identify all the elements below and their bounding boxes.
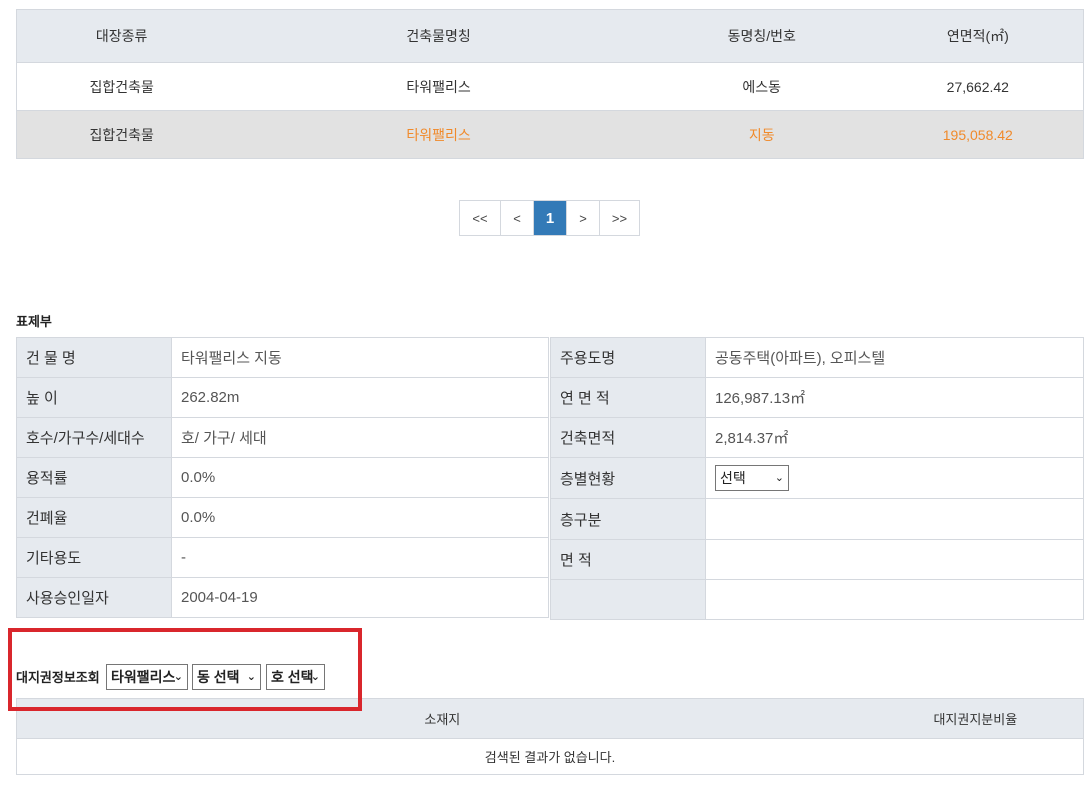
next-page-button[interactable]: > xyxy=(567,201,600,235)
value-floor-division xyxy=(705,498,1084,540)
empty-row: 검색된 결과가 없습니다. xyxy=(17,739,1084,775)
cell-register-type: 집합건축물 xyxy=(16,110,227,159)
value-main-use: 공동주택(아파트), 오피스텔 xyxy=(705,337,1084,378)
info-row: 층별현황 선택 ⌄ xyxy=(550,457,1084,499)
empty-message: 검색된 결과가 없습니다. xyxy=(484,750,616,765)
value-approval-date: 2004-04-19 xyxy=(171,577,549,618)
info-row xyxy=(550,579,1084,620)
col-header-area: 연면적(㎡) xyxy=(872,9,1084,63)
label-floor-status: 층별현황 xyxy=(550,457,706,499)
info-row: 주용도명 공동주택(아파트), 오피스텔 xyxy=(550,337,1084,378)
value-building-name: 타워팰리스 지동 xyxy=(171,337,549,378)
value-total-area: 126,987.13㎡ xyxy=(705,377,1084,418)
table-row-selected[interactable]: 집합건축물 타워팰리스 지동 195,058.42 xyxy=(16,110,1084,159)
table-header-row: 대장종류 건축물명칭 동명칭/번호 연면적(㎡) xyxy=(16,9,1084,63)
cell-dong[interactable]: 에스동 xyxy=(650,62,873,111)
floor-select-cell: 선택 ⌄ xyxy=(705,457,1084,499)
prev-page-button[interactable]: < xyxy=(501,201,534,235)
info-row: 면 적 xyxy=(550,539,1084,580)
info-row: 용적률 0.0% xyxy=(16,457,549,498)
label-area: 면 적 xyxy=(550,539,706,580)
info-row: 기타용도 - xyxy=(16,537,549,578)
col-header-dong: 동명칭/번호 xyxy=(650,9,873,63)
label-floor-area-ratio: 용적률 xyxy=(16,457,172,498)
cell-area: 195,058.42 xyxy=(872,110,1084,159)
cell-area: 27,662.42 xyxy=(872,62,1084,111)
label-height: 높 이 xyxy=(16,377,172,418)
annotation-highlight-box xyxy=(8,628,362,711)
label-approval-date: 사용승인일자 xyxy=(16,577,172,618)
info-row: 높 이 262.82m xyxy=(16,377,549,418)
table-row[interactable]: 집합건축물 타워팰리스 에스동 27,662.42 xyxy=(16,62,1084,111)
label-empty xyxy=(550,579,706,620)
info-row: 호수/가구수/세대수 호/ 가구/ 세대 xyxy=(16,417,549,458)
cell-dong[interactable]: 지동 xyxy=(650,110,873,159)
info-row: 층구분 xyxy=(550,498,1084,540)
value-area xyxy=(705,539,1084,580)
title-info-table-left: 건 물 명 타워팰리스 지동 높 이 262.82m 호수/가구수/세대수 호/ 가구… xyxy=(16,337,549,618)
chevron-down-icon: ⌄ xyxy=(774,472,784,484)
info-row: 연 면 적 126,987.13㎡ xyxy=(550,377,1084,418)
cell-building-name[interactable]: 타워팰리스 xyxy=(226,62,651,111)
col-header-building-name: 건축물명칭 xyxy=(226,9,651,63)
last-page-button[interactable]: >> xyxy=(600,201,639,235)
col-header-register-type: 대장종류 xyxy=(16,9,227,63)
section-title-title-section: 표제부 xyxy=(16,314,52,329)
label-other-use: 기타용도 xyxy=(16,537,172,578)
info-row: 사용승인일자 2004-04-19 xyxy=(16,577,549,618)
col-header-share-ratio: 대지권지분비율 xyxy=(867,698,1084,739)
label-total-area: 연 면 적 xyxy=(550,377,706,418)
value-empty xyxy=(705,579,1084,620)
info-row: 건 물 명 타워팰리스 지동 xyxy=(16,337,549,378)
page-1-button[interactable]: 1 xyxy=(534,201,567,235)
label-main-use: 주용도명 xyxy=(550,337,706,378)
label-units: 호수/가구수/세대수 xyxy=(16,417,172,458)
label-building-name: 건 물 명 xyxy=(16,337,172,378)
value-other-use: - xyxy=(171,537,549,578)
value-units: 호/ 가구/ 세대 xyxy=(171,417,549,458)
building-register-table: 대장종류 건축물명칭 동명칭/번호 연면적(㎡) 집합건축물 타워팰리스 에스동… xyxy=(16,9,1084,159)
cell-register-type: 집합건축물 xyxy=(16,62,227,111)
first-page-button[interactable]: << xyxy=(460,201,501,235)
title-info-table-right: 주용도명 공동주택(아파트), 오피스텔 연 면 적 126,987.13㎡ 건축면… xyxy=(550,337,1084,620)
floor-select-value: 선택 xyxy=(720,470,746,486)
pagination: << < 1 > >> xyxy=(459,200,640,236)
value-height: 262.82m xyxy=(171,377,549,418)
floor-select[interactable]: 선택 ⌄ xyxy=(715,465,789,491)
label-coverage-ratio: 건폐율 xyxy=(16,497,172,538)
cell-building-name[interactable]: 타워팰리스 xyxy=(226,110,651,159)
label-floor-division: 층구분 xyxy=(550,498,706,540)
info-row: 건폐율 0.0% xyxy=(16,497,549,538)
value-building-area: 2,814.37㎡ xyxy=(705,417,1084,458)
value-floor-area-ratio: 0.0% xyxy=(171,457,549,498)
info-row: 건축면적 2,814.37㎡ xyxy=(550,417,1084,458)
label-building-area: 건축면적 xyxy=(550,417,706,458)
value-coverage-ratio: 0.0% xyxy=(171,497,549,538)
